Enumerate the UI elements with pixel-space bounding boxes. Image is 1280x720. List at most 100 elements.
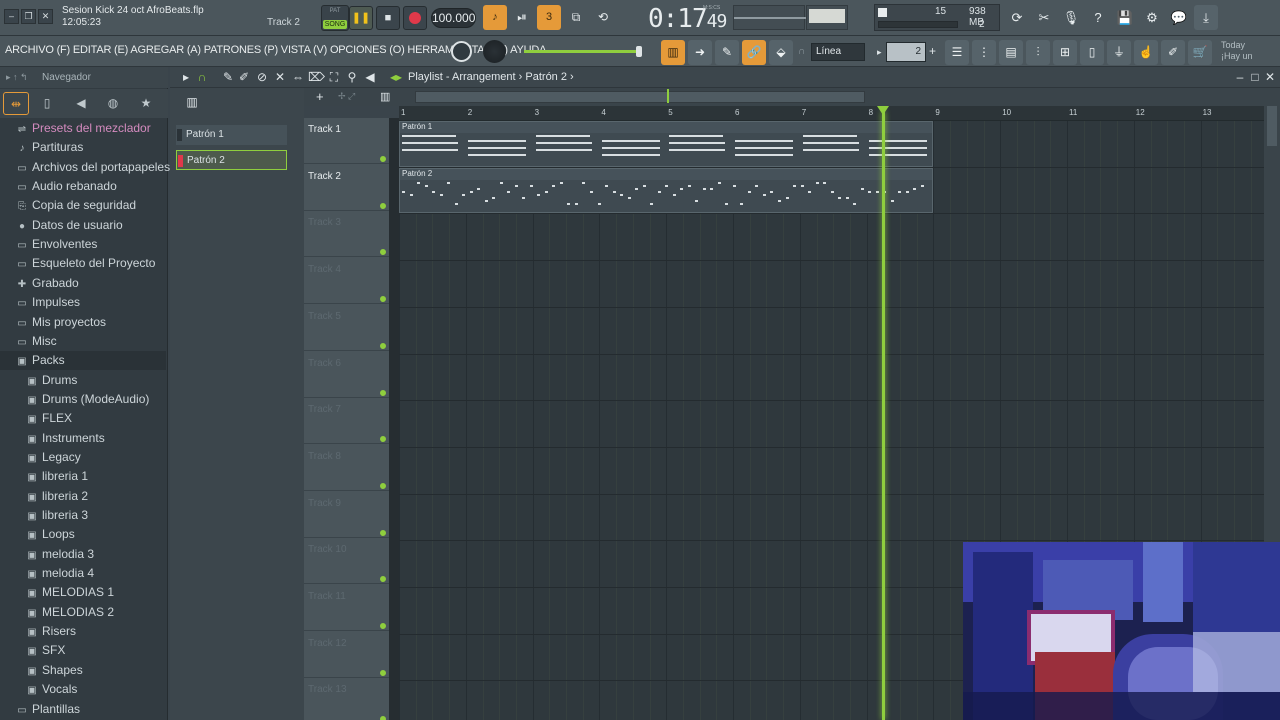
browser-item[interactable]: ♪ Partituras (0, 138, 166, 157)
stamp-button[interactable]: ⬙ (769, 40, 793, 65)
pack-folder-item[interactable]: ▣ Instruments (0, 429, 166, 448)
track-mute-led[interactable] (380, 669, 386, 676)
pack-folder-item[interactable]: ▣ melodia 4 (0, 564, 166, 583)
track-header[interactable]: Track 11 (304, 585, 392, 631)
track-mute-led[interactable] (380, 296, 386, 303)
zoom-tool-icon[interactable]: ⚲ (344, 70, 360, 85)
track-mute-led[interactable] (380, 623, 386, 629)
save-icon[interactable]: 💾 (1113, 5, 1137, 30)
metronome-button[interactable]: ♪ (483, 5, 507, 30)
slice-tool-icon[interactable]: ⌦ (308, 70, 325, 85)
stop-button[interactable]: ■ (376, 6, 400, 30)
plugin-icon[interactable]: ⚙ (1140, 5, 1164, 30)
channel-rack-view-button[interactable]: ⋮ (972, 40, 996, 65)
step-left-icon[interactable]: ▸ (877, 47, 882, 58)
track-header[interactable]: Track 5 (304, 305, 392, 351)
fader-view-button[interactable]: ⫶ (1026, 40, 1050, 65)
tab-all-icon[interactable]: ⇹ (3, 92, 29, 115)
countdown-button[interactable]: 3 (537, 5, 561, 30)
track-mute-led[interactable] (380, 202, 386, 209)
mixer-view-button[interactable]: ▤ (999, 40, 1023, 65)
track-header[interactable]: Track 8 (304, 445, 392, 491)
playlist-maximize-icon[interactable]: □ (1247, 70, 1263, 85)
pat-song-toggle[interactable]: PAT SONG (321, 5, 349, 31)
track-mute-led[interactable] (380, 249, 386, 256)
mute-tool-icon[interactable]: ✕ (272, 70, 288, 85)
browser-item[interactable]: ⇌ Presets del mezclador (0, 119, 166, 138)
cut-icon[interactable]: ✂ (1032, 5, 1056, 30)
tab-world-icon[interactable]: ◍ (100, 92, 126, 115)
pattern-clip[interactable]: Patrón 2 (399, 167, 934, 214)
draw-tool-icon[interactable]: ✎ (220, 70, 236, 85)
browser-nav-arrows-icon[interactable]: ▸ ↑ ↰ (6, 72, 28, 83)
slider-handle[interactable] (636, 46, 642, 57)
track-header[interactable]: Track 10 (304, 538, 392, 585)
snap-select[interactable]: Línea (811, 43, 865, 61)
pattern-item[interactable]: Patrón 2 (176, 150, 287, 170)
tab-favorites-icon[interactable]: ★ (133, 92, 159, 115)
download-icon[interactable]: ⤓ (1194, 5, 1218, 30)
paint-button[interactable]: ✎ (715, 40, 739, 65)
file-button[interactable]: ▯ (1080, 40, 1104, 65)
step-value-field[interactable]: 2 (886, 42, 926, 62)
tempo-tap-button[interactable]: ☝ (1134, 40, 1158, 65)
link-button[interactable]: 🔗 (742, 40, 766, 65)
tab-project-icon[interactable]: ▯ (34, 92, 60, 115)
pack-folder-item[interactable]: ▣ Drums (0, 371, 166, 390)
minimize-icon[interactable]: – (4, 9, 19, 24)
playlist-arrow-icon[interactable]: ◂▸ (388, 70, 404, 85)
browser-item[interactable]: ▭ Envolventes (0, 235, 166, 254)
select-tool-icon[interactable]: ⛶ (326, 70, 342, 85)
hierarchy-button[interactable]: ⊞ (1053, 40, 1077, 65)
pack-folder-item[interactable]: ▣ libreria 3 (0, 506, 166, 525)
playback-tool-icon[interactable]: ◀ (362, 70, 378, 85)
horizontal-scrollbar[interactable] (415, 91, 865, 103)
playlist-close-icon[interactable]: ✕ (1262, 70, 1278, 85)
track-mute-led[interactable] (380, 389, 386, 396)
browser-item-templates[interactable]: ▭ Plantillas (0, 700, 166, 719)
pack-folder-item[interactable]: ▣ SFX (0, 641, 166, 660)
browser-item[interactable]: ▭ Misc (0, 332, 166, 351)
track-mute-led[interactable] (380, 482, 386, 489)
loop-record-button[interactable]: ⟲ (591, 5, 615, 30)
track-mute-led[interactable] (380, 576, 386, 583)
track-mute-led[interactable] (380, 156, 386, 162)
delete-tool-icon[interactable]: ⊘ (254, 70, 270, 85)
browser-item[interactable]: ▭ Esqueleto del Proyecto (0, 254, 166, 273)
track-mute-led[interactable] (380, 342, 386, 349)
master-volume-slider[interactable] (524, 46, 642, 57)
browser-item[interactable]: ▭ Archivos del portapapeles (0, 158, 170, 177)
paint-tool-icon[interactable]: ✐ (236, 70, 252, 85)
track-header[interactable]: Track 2 (304, 165, 392, 211)
browser-item[interactable]: ▣ Packs (0, 351, 166, 371)
pack-folder-item[interactable]: ▣ Legacy (0, 448, 166, 467)
shop-button[interactable]: 🛒 (1188, 40, 1212, 65)
master-volume-knob[interactable] (483, 40, 506, 63)
timeline-ruler[interactable]: 1 2 3 4 5 6 7 8 9 10 11 12 13 (399, 106, 1264, 121)
browser-item[interactable]: ✚ Grabado (0, 274, 166, 293)
arrow-button[interactable]: ➜ (688, 40, 712, 65)
close-icon[interactable]: ✕ (38, 9, 53, 24)
track-header[interactable]: Track 13 (304, 678, 392, 720)
track-header[interactable]: Track 7 (304, 398, 392, 445)
piano-roll-icon[interactable]: ▥ (184, 95, 200, 110)
step-edit-button[interactable]: ⧉ (564, 5, 588, 30)
track-header[interactable]: Track 3 (304, 211, 392, 258)
browser-item[interactable]: ● Datos de usuario (0, 216, 166, 235)
browser-item[interactable]: ▭ Impulses (0, 293, 166, 312)
track-mute-led[interactable] (380, 436, 386, 443)
record-button[interactable] (403, 6, 427, 30)
pack-folder-item[interactable]: ▣ libreria 1 (0, 467, 166, 486)
wait-input-button[interactable]: ⏯ (510, 5, 534, 30)
tab-sounds-icon[interactable]: ◀ (68, 92, 94, 115)
pack-folder-item[interactable]: ▣ MELODIAS 1 (0, 583, 166, 602)
plug-button[interactable]: ⏚ (1107, 40, 1131, 65)
playlist-view-button[interactable]: ☰ (945, 40, 969, 65)
pack-folder-item[interactable]: ▣ FLEX (0, 409, 166, 428)
track-header[interactable]: Track 9 (304, 492, 392, 538)
pattern-item[interactable]: Patrón 1 (176, 125, 287, 145)
pattern-clip[interactable]: Patrón 1 (399, 121, 934, 167)
track-header[interactable]: Track 12 (304, 632, 392, 678)
browser-item[interactable]: ⎘ Copia de seguridad (0, 196, 166, 215)
playlist-minimize-icon[interactable]: – (1232, 70, 1248, 85)
